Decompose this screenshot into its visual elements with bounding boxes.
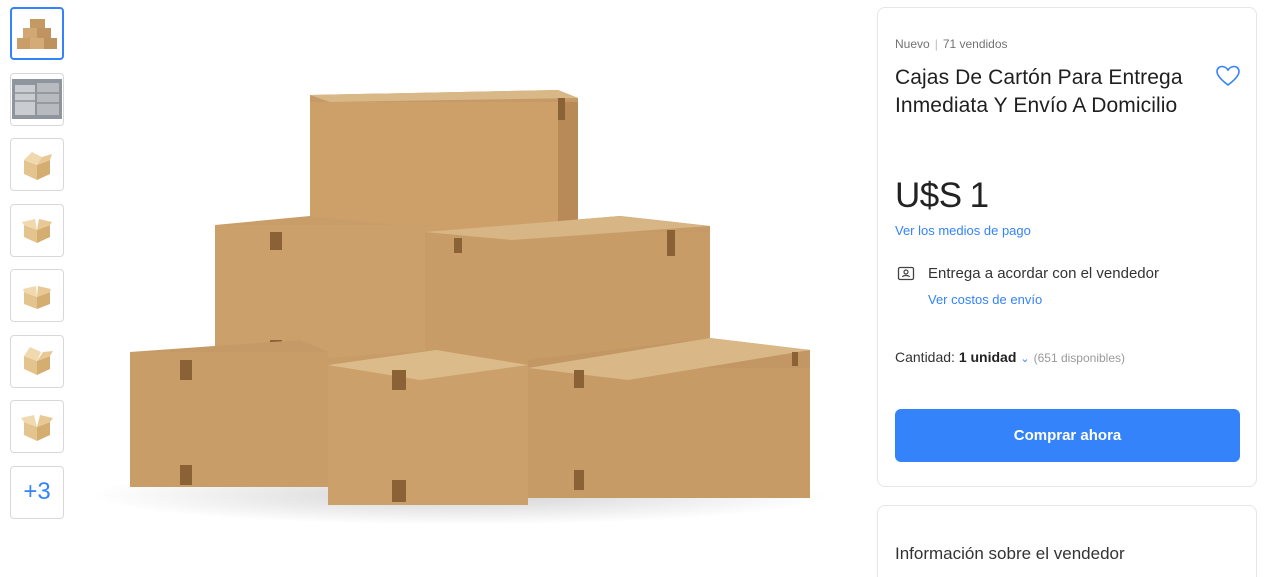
- seller-info-box: Información sobre el vendedor: [877, 505, 1257, 577]
- shipping-costs-link[interactable]: Ver costos de envío: [928, 292, 1042, 307]
- price-amount: 1: [969, 176, 989, 215]
- open-box-icon: [24, 347, 53, 375]
- thumbnail-1[interactable]: [10, 7, 64, 60]
- boxes-pyramid-icon: [17, 18, 57, 49]
- buy-now-button[interactable]: Comprar ahora: [895, 409, 1240, 462]
- cardboard-boxes-image: [90, 90, 830, 525]
- currency-symbol: U$S: [895, 176, 962, 215]
- available-stock: (651 disponibles): [1033, 351, 1125, 365]
- separator: |: [934, 37, 938, 51]
- seller-info-title: Información sobre el vendedor: [895, 544, 1125, 563]
- heart-icon: [1216, 65, 1240, 87]
- thumbnail-3[interactable]: [10, 138, 64, 191]
- shipping-info: Entrega a acordar con el vendedor: [928, 265, 1159, 282]
- payment-methods-link[interactable]: Ver los medios de pago: [895, 223, 1031, 238]
- open-box-icon: [23, 285, 51, 309]
- thumbnail-6[interactable]: [10, 334, 64, 388]
- product-title: Cajas De Cartón Para Entrega Inmediata Y…: [895, 66, 1183, 117]
- buy-box: Nuevo | 71 vendidos Cajas De Cartón Para E…: [877, 7, 1257, 487]
- thumbnail-5[interactable]: [10, 269, 64, 322]
- price: U$S 1: [895, 176, 989, 216]
- open-box-icon: [21, 414, 53, 441]
- delivery-agreement-icon: [897, 266, 915, 282]
- product-subtitle: Nuevo | 71 vendidos: [895, 37, 1008, 51]
- open-box-icon: [24, 151, 52, 180]
- quantity-label: Cantidad:: [895, 349, 955, 365]
- favorite-button[interactable]: [1215, 64, 1241, 88]
- thumbnail-gallery: +3: [10, 7, 64, 531]
- product-main-image[interactable]: [80, 40, 840, 530]
- thumbnail-4[interactable]: [10, 203, 64, 257]
- quantity-selector[interactable]: Cantidad: 1 unidad ⌄ (651 disponibles): [895, 349, 1125, 365]
- thumbnail-2[interactable]: [10, 72, 64, 126]
- warehouse-stack-icon: [12, 79, 62, 119]
- condition-label: Nuevo: [895, 37, 930, 51]
- thumbnail-7[interactable]: [10, 400, 64, 453]
- quantity-value[interactable]: 1 unidad: [959, 349, 1017, 365]
- chevron-down-icon[interactable]: ⌄: [1020, 352, 1029, 365]
- more-thumbnails-button[interactable]: +3: [10, 465, 64, 519]
- open-box-icon: [22, 219, 52, 243]
- sold-count: 71 vendidos: [942, 37, 1008, 51]
